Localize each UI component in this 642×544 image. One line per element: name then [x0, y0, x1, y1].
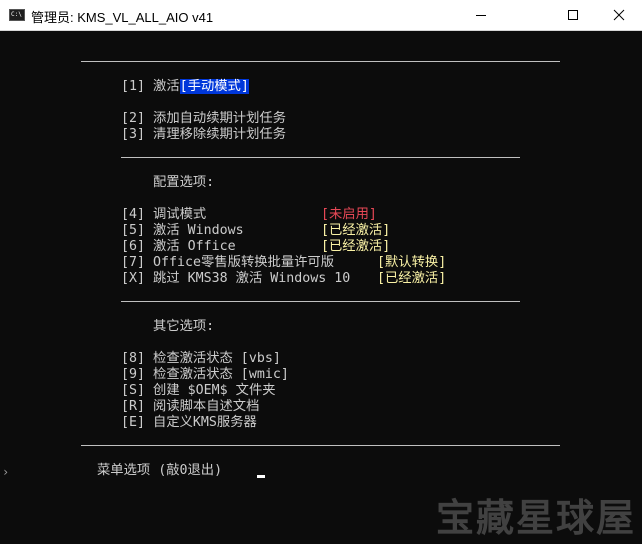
- other-item-readme: [R] 阅读脚本自述文档: [121, 399, 260, 414]
- window-title: 管理员: KMS_VL_ALL_AIO v41: [31, 10, 214, 25]
- menu-item-add-task: [2] 添加自动续期计划任务: [121, 111, 286, 126]
- menu-item-activate: [1] 激活[手动模式]: [121, 79, 249, 95]
- config-item-office-convert: [7] Office零售版转换批量许可版 [默认转换]: [121, 255, 446, 271]
- menu-key: [1]: [121, 79, 146, 94]
- minimize-icon: [476, 15, 486, 16]
- other-item-vbs: [8] 检查激活状态 [vbs]: [121, 351, 281, 366]
- config-status: [默认转换]: [377, 255, 447, 270]
- divider: [121, 301, 520, 302]
- other-item-oem: [S] 创建 $OEM$ 文件夹: [121, 383, 276, 398]
- config-label: [7] Office零售版转换批量许可版: [121, 255, 335, 270]
- divider: [81, 445, 560, 446]
- config-label: [6] 激活 Office: [121, 239, 236, 254]
- activation-mode: [手动模式]: [179, 79, 249, 94]
- config-item-office: [6] 激活 Office [已经激活]: [121, 239, 390, 255]
- menu-prompt: 菜单选项 (敲0退出): [97, 463, 223, 478]
- config-label: [X] 跳过 KMS38 激活 Windows 10: [121, 271, 351, 286]
- config-label: [5] 激活 Windows: [121, 223, 244, 238]
- menu-item-clean-task: [3] 清理移除续期计划任务: [121, 127, 286, 142]
- maximize-icon: [568, 10, 578, 20]
- config-label: [4] 调试模式: [121, 207, 207, 222]
- config-status: [已经激活]: [321, 223, 391, 238]
- close-button[interactable]: [596, 0, 642, 30]
- minimize-button[interactable]: [458, 0, 504, 30]
- scroll-marker-icon: ›: [2, 465, 10, 479]
- config-header: 配置选项:: [153, 175, 215, 190]
- config-status: [已经激活]: [321, 239, 391, 254]
- close-icon: [613, 9, 625, 21]
- console-window: 管理员: KMS_VL_ALL_AIO v41 [1] 激活[手动模式] [2]…: [0, 0, 642, 544]
- menu-label: 激活: [153, 79, 180, 94]
- config-item-kms38: [X] 跳过 KMS38 激活 Windows 10 [已经激活]: [121, 271, 446, 287]
- cmd-icon: [9, 9, 25, 21]
- divider: [81, 61, 560, 62]
- config-item-debug: [4] 调试模式 [未启用]: [121, 207, 377, 223]
- config-item-windows: [5] 激活 Windows [已经激活]: [121, 223, 390, 239]
- config-status: [未启用]: [321, 207, 377, 222]
- text-cursor[interactable]: [257, 475, 265, 478]
- console-output: [1] 激活[手动模式] [2] 添加自动续期计划任务 [3] 清理移除续期计划…: [0, 31, 642, 544]
- title-bar: 管理员: KMS_VL_ALL_AIO v41: [0, 0, 642, 31]
- other-item-wmic: [9] 检查激活状态 [wmic]: [121, 367, 289, 382]
- watermark: 宝藏星球屋: [435, 496, 636, 540]
- other-header: 其它选项:: [153, 319, 215, 334]
- divider: [121, 157, 520, 158]
- maximize-button[interactable]: [550, 0, 596, 30]
- config-status: [已经激活]: [377, 271, 447, 286]
- other-item-kms-server: [E] 自定义KMS服务器: [121, 415, 257, 430]
